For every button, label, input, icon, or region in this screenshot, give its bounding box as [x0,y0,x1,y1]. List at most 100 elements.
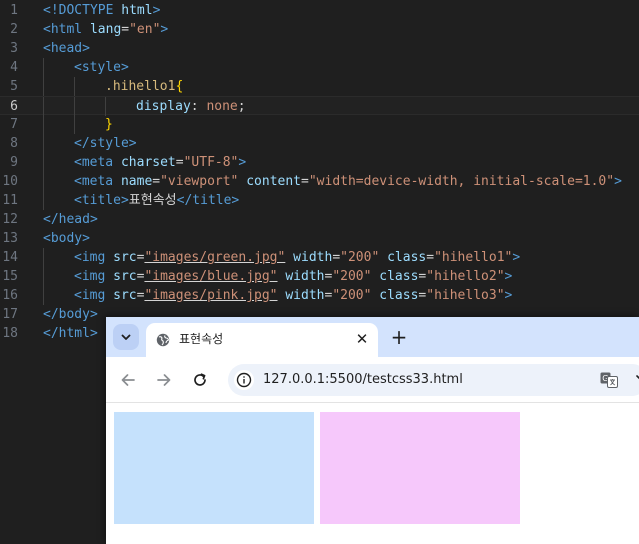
translate-icon[interactable]: G [600,372,618,388]
tab-search-button[interactable] [113,324,139,350]
line-number: 16 [2,288,18,303]
code-line[interactable]: 12 </head> [0,210,639,229]
code-token: <body> [43,231,90,246]
code-token: > [238,155,247,170]
line-number: 5 [10,79,18,94]
code-token: "200" [332,269,372,284]
site-info-button[interactable] [234,370,254,390]
line-number: 10 [2,174,18,189]
arrow-right-icon [157,374,171,386]
indent-guide [43,115,44,134]
code-text: display: none; [136,97,246,116]
chevron-down-icon [121,334,131,340]
code-line[interactable]: 3 <head> [0,39,639,58]
indent-guide [43,191,44,210]
indent-guide [43,77,44,96]
code-text: <!DOCTYPE html> [43,1,160,20]
code-text: <body> [43,229,90,248]
line-number: 12 [2,212,18,227]
code-token: "200" [340,250,380,265]
code-line[interactable]: 8 </style> [0,134,639,153]
code-text: <img src="images/pink.jpg" width="200" c… [74,286,512,305]
line-number: 13 [2,231,18,246]
code-token: class [379,269,419,284]
code-text: </style> [74,134,137,153]
code-text: </html> [43,324,98,343]
code-token: display [136,99,191,114]
code-line[interactable]: 11 <title>표현속성</title> [0,191,639,210]
code-token: class [387,250,427,265]
code-line[interactable]: 1 <!DOCTYPE html> [0,1,639,20]
code-line[interactable]: 9 <meta charset="UTF-8"> [0,153,639,172]
code-token: > [152,3,161,18]
code-token: > [614,174,622,189]
pink-image [320,412,520,524]
line-number: 15 [2,269,18,284]
indent-guide [43,248,44,267]
active-tab[interactable]: 표현속성 ✕ [146,323,378,357]
code-line[interactable]: 2 <html lang="en"> [0,20,639,39]
indent-guide [74,97,75,116]
code-text: </head> [43,210,98,229]
line-number: 8 [10,136,18,151]
code-line[interactable]: 7} [0,115,639,134]
new-tab-button[interactable]: + [388,325,410,349]
code-line[interactable]: 16 <img src="images/pink.jpg" width="200"… [0,286,639,305]
code-line[interactable]: 14 <img src="images/green.jpg" width="200… [0,248,639,267]
code-text: <meta charset="UTF-8"> [74,153,246,172]
code-token: "hihello1" [434,250,513,265]
code-line[interactable]: 15 <img src="images/blue.jpg" width="200"… [0,267,639,286]
code-text: <img src="images/blue.jpg" width="200" c… [74,267,512,286]
code-token: "200" [332,288,372,303]
code-text: } [105,115,113,134]
code-token: width [285,269,325,284]
code-token: class [379,288,419,303]
url-text[interactable]: 127.0.0.1:5500/testcss33.html [263,372,463,388]
page-viewport [106,404,639,544]
code-token: > [504,288,513,303]
code-line[interactable]: 6 display: none; [0,96,639,116]
line-number: 11 [2,193,18,208]
line-number: 7 [10,117,18,132]
code-token: width [293,250,333,265]
code-token: "hihello2" [426,269,505,284]
forward-button[interactable] [152,368,176,392]
code-token: > [512,250,521,265]
code-token: "viewport" [160,174,239,189]
code-token: </body> [43,307,98,322]
code-token: content [246,174,302,189]
code-token: <html [43,22,90,37]
code-token: </head> [43,212,98,227]
code-token: none [206,99,238,114]
arrow-left-icon [121,374,135,386]
code-token: <img [74,269,114,284]
line-number: 2 [10,22,18,37]
line-number: 9 [10,155,18,170]
code-text: <meta name="viewport" content="width=dev… [74,172,622,191]
code-token: = [332,250,341,265]
address-bar[interactable]: 127.0.0.1:5500/testcss33.html G [228,364,639,396]
back-button[interactable] [116,368,140,392]
reload-button[interactable] [188,368,212,392]
line-number: 14 [2,250,18,265]
code-token: <head> [43,41,90,56]
reload-icon [194,373,206,386]
code-token: </title> [176,193,240,208]
code-token: <style> [74,60,129,75]
code-line[interactable]: 5 .hihello1{ [0,77,639,96]
code-token: <img [74,288,114,303]
close-tab-icon[interactable]: ✕ [354,331,370,347]
line-number: 4 [10,60,18,75]
code-token: 표현속성 [128,193,177,208]
code-token: "hihello3" [426,288,505,303]
code-line[interactable]: 13 <body> [0,229,639,248]
code-line[interactable]: 10 <meta name="viewport" content="width=d… [0,172,639,191]
code-text: <head> [43,39,90,58]
code-token: : [190,99,207,114]
code-text: </body> [43,305,98,324]
indent-guide [43,267,44,286]
code-token: .hihello1 [105,79,176,94]
code-line[interactable]: 4 <style> [0,58,639,77]
indent-guide [43,58,44,77]
